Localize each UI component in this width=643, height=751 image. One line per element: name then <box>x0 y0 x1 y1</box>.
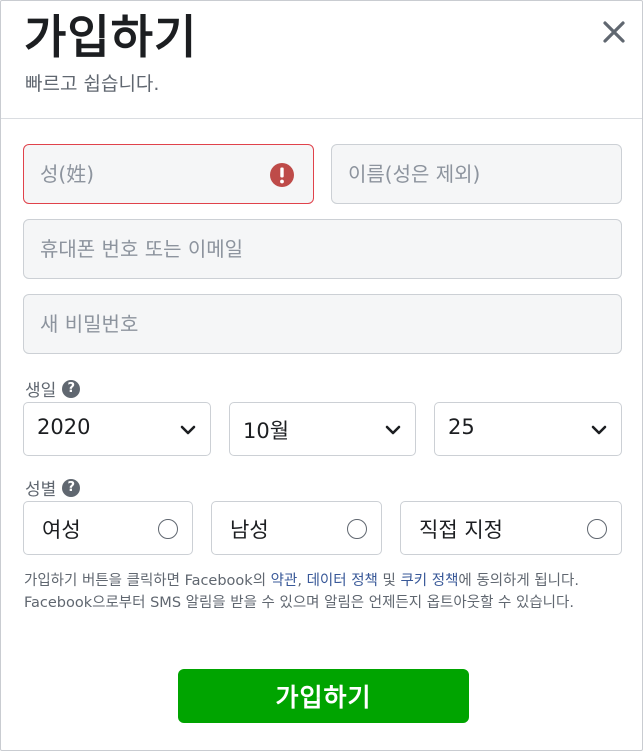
birth-year-select[interactable]: 2020 <box>23 402 211 456</box>
terms-text: 가입하기 버튼을 클릭하면 Facebook의 약관, 데이터 정책 및 쿠키 … <box>24 570 620 614</box>
birth-month-value: 10월 <box>243 419 290 443</box>
gender-option-custom[interactable]: 직접 지정 <box>400 501 622 555</box>
first-name-input[interactable] <box>332 145 621 203</box>
signup-dialog: 가입하기 빠르고 쉽습니다. 생일 ? 2020 10월 <box>0 0 643 751</box>
last-name-field[interactable] <box>23 144 314 204</box>
radio-circle[interactable] <box>347 519 367 539</box>
password-field[interactable] <box>23 294 622 354</box>
chevron-down-icon <box>385 425 401 435</box>
first-name-field[interactable] <box>331 144 622 204</box>
radio-circle[interactable] <box>587 519 607 539</box>
dialog-header: 가입하기 빠르고 쉽습니다. <box>1 1 642 119</box>
dialog-subtitle: 빠르고 쉽습니다. <box>25 73 160 95</box>
birth-year-value: 2020 <box>37 415 91 439</box>
gender-option-male[interactable]: 남성 <box>211 501 382 555</box>
terms-link[interactable]: 약관 <box>271 573 298 589</box>
dialog-title: 가입하기 <box>24 10 198 64</box>
gender-option-label: 여성 <box>42 518 81 542</box>
radio-circle[interactable] <box>158 519 178 539</box>
gender-label: 성별 <box>25 480 57 500</box>
chevron-down-icon <box>180 425 196 435</box>
password-input[interactable] <box>24 295 621 353</box>
close-button[interactable] <box>597 15 631 49</box>
terms-separator: , <box>297 573 307 589</box>
birth-month-select[interactable]: 10월 <box>229 402 416 456</box>
chevron-down-icon <box>591 425 607 435</box>
gender-option-female[interactable]: 여성 <box>23 501 193 555</box>
cookie-policy-link[interactable]: 쿠키 정책 <box>400 573 458 589</box>
gender-option-label: 남성 <box>230 518 269 542</box>
birth-day-select[interactable]: 25 <box>434 402 622 456</box>
contact-field[interactable] <box>23 219 622 279</box>
birthday-help-icon[interactable]: ? <box>62 379 81 398</box>
data-policy-link[interactable]: 데이터 정책 <box>307 573 378 589</box>
error-icon <box>270 163 294 187</box>
terms-separator: 및 <box>377 573 401 589</box>
signup-submit-button[interactable]: 가입하기 <box>178 669 469 723</box>
birthday-label-row: 생일 ? <box>25 376 81 401</box>
terms-text-part: 가입하기 버튼을 클릭하면 Facebook의 <box>24 573 271 589</box>
gender-label-row: 성별 ? <box>25 475 81 500</box>
birth-day-value: 25 <box>448 415 475 439</box>
birthday-label: 생일 <box>25 381 57 401</box>
close-icon <box>603 21 625 43</box>
gender-help-icon[interactable]: ? <box>62 478 81 497</box>
gender-option-label: 직접 지정 <box>419 518 503 542</box>
contact-input[interactable] <box>24 220 621 278</box>
